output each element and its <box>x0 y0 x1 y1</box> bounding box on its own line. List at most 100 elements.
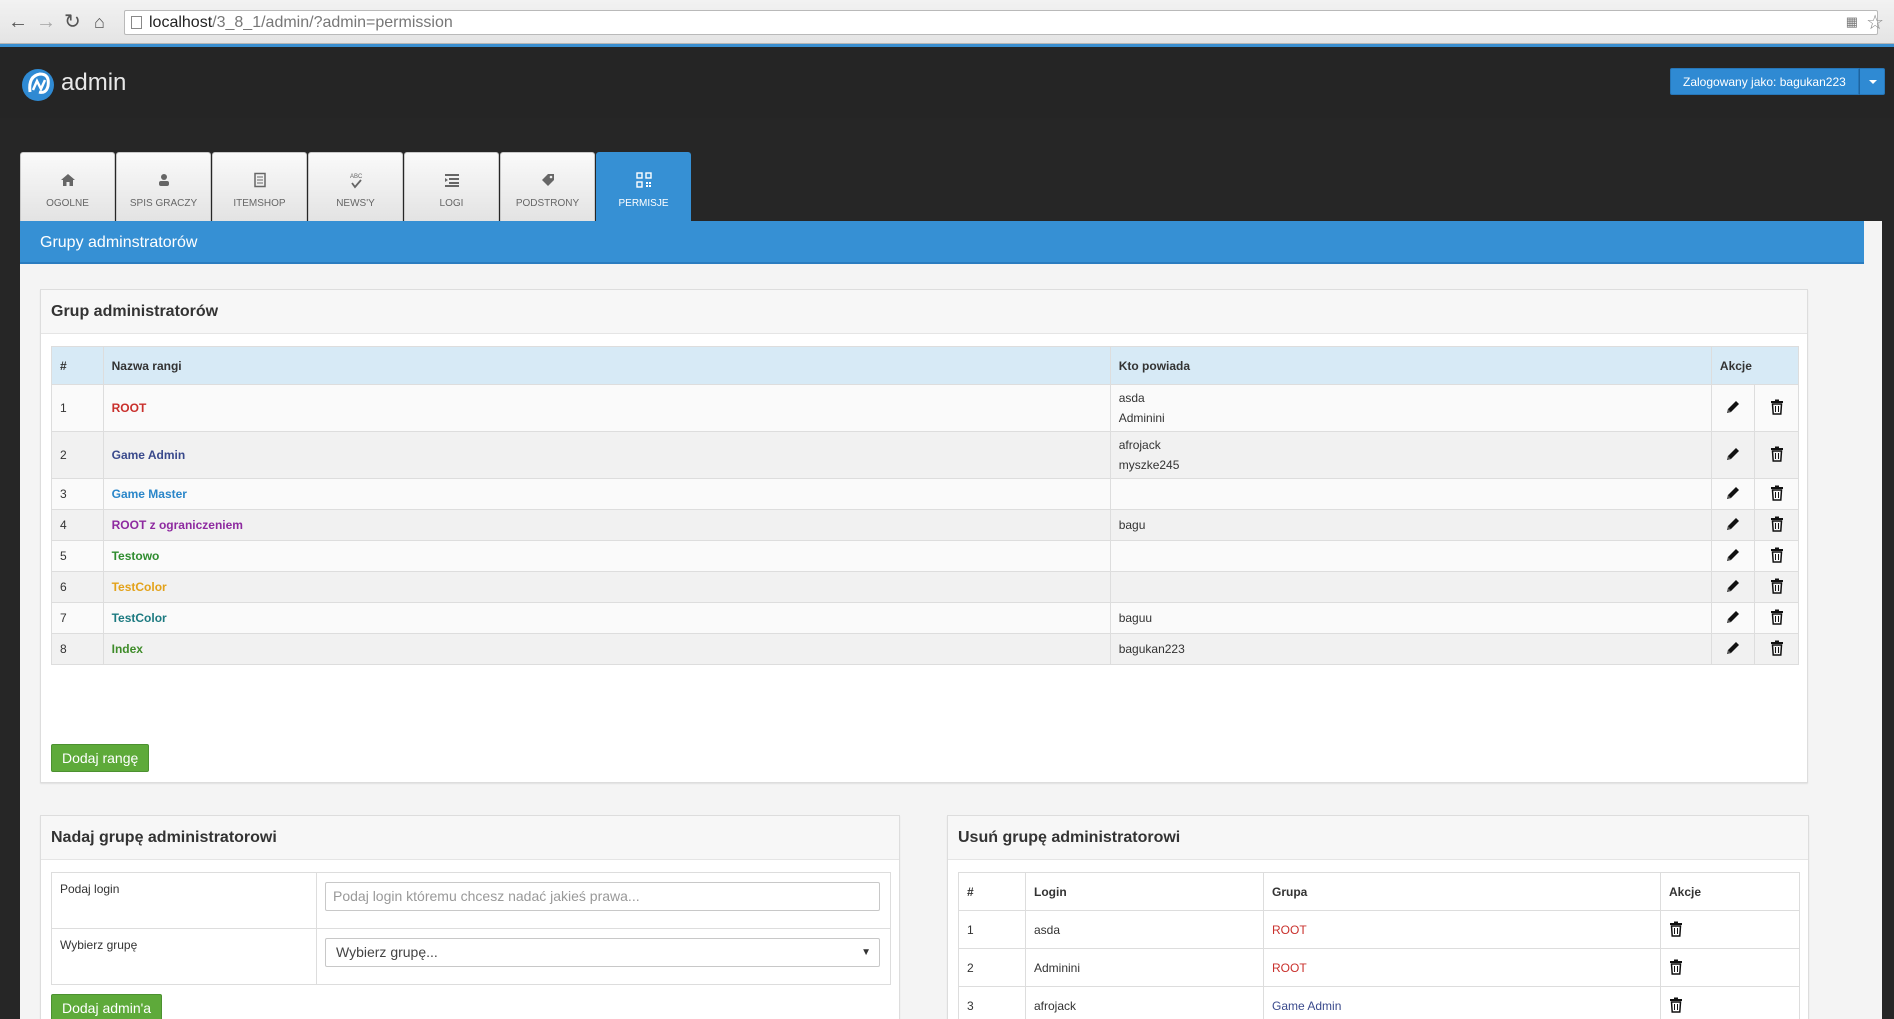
url-host: localhost <box>149 14 213 31</box>
tab-podstrony[interactable]: PODSTRONY <box>500 152 595 221</box>
scrollbar[interactable] <box>1864 221 1882 1019</box>
admin-header: admin Zalogowany jako: bagukan223 <box>0 44 1894 118</box>
address-bar[interactable]: localhost/3_8_1/admin/?admin=permission <box>124 10 1878 35</box>
tab-label: ITEMSHOP <box>233 198 286 209</box>
users-icon <box>117 172 210 190</box>
delete-button[interactable] <box>1754 633 1799 665</box>
remove-card-title: Usuń grupę administratorowi <box>948 816 1808 860</box>
browser-toolbar: ← → ↻ ⌂ localhost/3_8_1/admin/?admin=per… <box>0 0 1894 44</box>
rank-members <box>1109 540 1712 572</box>
delete-button[interactable] <box>1754 384 1799 432</box>
delete-button[interactable] <box>1754 509 1799 541</box>
pencil-icon <box>1724 640 1742 658</box>
translate-icon[interactable]: ▦ <box>1846 14 1858 30</box>
table-row: 8 Index bagukan223 <box>51 633 1799 665</box>
delete-button[interactable] <box>1660 948 1800 987</box>
row-num: 1 <box>958 910 1026 949</box>
col-who: Kto powiada <box>1109 346 1712 385</box>
edit-button[interactable] <box>1710 571 1756 603</box>
user-dropdown[interactable]: Zalogowany jako: bagukan223 <box>1670 68 1885 95</box>
admin-login: asda <box>1025 910 1264 949</box>
trash-icon <box>1768 516 1786 534</box>
assign-card-title: Nadaj grupę administratorowi <box>41 816 899 860</box>
home-icon <box>21 172 114 190</box>
tab-label: OGOLNE <box>46 198 89 209</box>
table-row: 7 TestColor baguu <box>51 602 1799 634</box>
delete-button[interactable] <box>1754 478 1799 510</box>
tab-newsy[interactable]: ABC NEWS'Y <box>308 152 403 221</box>
forward-icon[interactable]: → <box>36 12 56 32</box>
table-row: 3 Game Master <box>51 478 1799 510</box>
member-name: baguu <box>1118 611 1153 625</box>
rank-members: bagukan223 <box>1109 633 1712 665</box>
tab-label: LOGI <box>439 198 464 209</box>
edit-button[interactable] <box>1710 540 1756 572</box>
tag-icon <box>501 172 594 190</box>
col-num: # <box>958 872 1026 911</box>
row-num: 3 <box>958 986 1026 1019</box>
tab-ogolne[interactable]: OGOLNE <box>20 152 115 221</box>
col-actions: Akcje <box>1710 346 1800 385</box>
tab-itemshop[interactable]: ITEMSHOP <box>212 152 307 221</box>
group-select[interactable]: Wybierz grupę... ▼ <box>325 938 880 967</box>
delete-button[interactable] <box>1754 431 1799 479</box>
reload-icon[interactable]: ↻ <box>64 12 81 32</box>
group-select-value: Wybierz grupę... <box>336 944 438 960</box>
chevron-down-icon[interactable] <box>1858 68 1885 95</box>
login-input[interactable]: Podaj login któremu chcesz nadać jakieś … <box>325 882 880 911</box>
admin-group: ROOT <box>1263 910 1661 949</box>
delete-button[interactable] <box>1660 910 1800 949</box>
main-panel: Grupy adminstratorów Grup administratoró… <box>20 221 1882 1019</box>
user-label[interactable]: Zalogowany jako: bagukan223 <box>1670 68 1859 95</box>
delete-button[interactable] <box>1660 986 1800 1019</box>
table-row: 2 Adminini ROOT <box>958 948 1800 987</box>
pencil-icon <box>1724 446 1742 464</box>
row-num: 5 <box>51 540 104 572</box>
member-name: bagukan223 <box>1118 642 1185 656</box>
add-rank-button[interactable]: Dodaj rangę <box>51 744 150 772</box>
col-name: Nazwa rangi <box>102 346 1111 385</box>
edit-button[interactable] <box>1710 602 1756 634</box>
page-icon <box>131 16 142 29</box>
remove-table: # Login Grupa Akcje 1 asda ROOT 2 Adminini RO… <box>958 872 1800 1019</box>
rank-members <box>1109 478 1712 510</box>
edit-button[interactable] <box>1710 509 1756 541</box>
add-admin-button[interactable]: Dodaj admin'a <box>51 994 163 1019</box>
tab-logi[interactable]: LOGI <box>404 152 499 221</box>
edit-button[interactable] <box>1710 633 1756 665</box>
spellcheck-icon: ABC <box>309 172 402 190</box>
col-actions: Akcje <box>1660 872 1800 911</box>
main-tabs: OGOLNE SPIS GRACZY ITEMSHOP ABC NEWS'Y L… <box>20 152 692 221</box>
table-header-row: # Login Grupa Akcje <box>958 872 1800 911</box>
logo[interactable]: admin <box>19 62 126 104</box>
row-num: 3 <box>51 478 104 510</box>
row-num: 8 <box>51 633 104 665</box>
edit-button[interactable] <box>1710 431 1756 479</box>
tab-spis-graczy[interactable]: SPIS GRACZY <box>116 152 211 221</box>
tab-permisje[interactable]: PERMISJE <box>596 152 691 221</box>
back-icon[interactable]: ← <box>8 12 28 32</box>
delete-button[interactable] <box>1754 571 1799 603</box>
table-row: 1 ROOT asda Adminini <box>51 384 1799 432</box>
pencil-icon <box>1724 399 1742 417</box>
rank-members: asda Adminini <box>1109 384 1712 432</box>
edit-button[interactable] <box>1710 478 1756 510</box>
delete-button[interactable] <box>1754 540 1799 572</box>
edit-button[interactable] <box>1710 384 1756 432</box>
home-icon[interactable]: ⌂ <box>94 12 105 32</box>
trash-icon <box>1768 485 1786 503</box>
pencil-icon <box>1724 547 1742 565</box>
member-name: bagu <box>1118 518 1146 532</box>
table-row: 3 afrojack Game Admin <box>958 986 1800 1019</box>
list-icon <box>405 172 498 190</box>
rank-members: baguu <box>1109 602 1712 634</box>
group-label: Wybierz grupę <box>51 928 317 985</box>
row-num: 1 <box>51 384 104 432</box>
rank-name: Index <box>102 633 1111 665</box>
login-label: Podaj login <box>51 872 317 929</box>
rank-members: afrojack myszke245 <box>1109 431 1712 479</box>
qrcode-icon <box>597 172 690 190</box>
rank-name: TestColor <box>102 602 1111 634</box>
bookmark-star-icon[interactable]: ☆ <box>1866 10 1884 35</box>
delete-button[interactable] <box>1754 602 1799 634</box>
